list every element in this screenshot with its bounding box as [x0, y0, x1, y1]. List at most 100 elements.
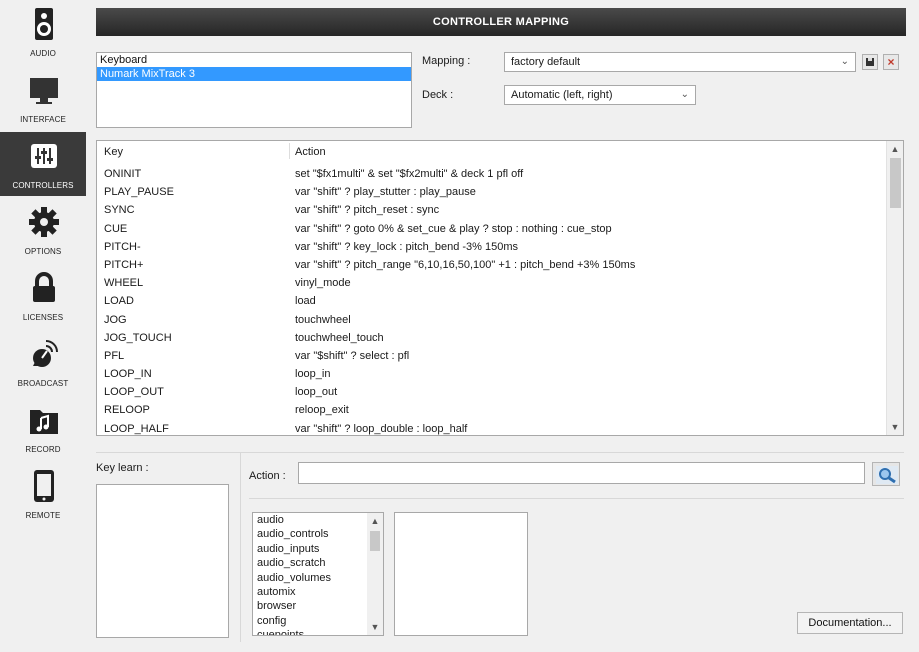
controller-mapping-window: AUDIO INTERFACE CONTROLLERS OPTIONS LICE… [0, 0, 919, 652]
save-mapping-button[interactable] [862, 54, 878, 70]
row-action: reloop_exit [295, 404, 349, 417]
list-item[interactable]: cuepoints [253, 628, 383, 635]
row-action: var "shift" ? play_stutter : play_pause [295, 186, 476, 199]
list-item[interactable]: automix [253, 585, 383, 599]
scroll-down-icon[interactable]: ▼ [367, 619, 383, 635]
row-action: touchwheel [295, 313, 351, 326]
table-row[interactable]: PLAY_PAUSE var "shift" ? play_stutter : p… [97, 183, 887, 201]
table-row[interactable]: PITCH-var "shift" ? key_lock : pitch_ben… [97, 238, 887, 256]
scrollbar-thumb[interactable] [890, 158, 901, 208]
table-row[interactable]: JOG_TOUCH touchwheel_touch [97, 329, 887, 347]
row-key: ONINIT [104, 168, 142, 180]
column-header-action[interactable]: Action [295, 146, 326, 158]
table-row[interactable]: JOG touchwheel [97, 311, 887, 329]
row-key: LOAD [104, 295, 134, 308]
search-button[interactable] [872, 462, 900, 486]
row-key: RELOOP [104, 404, 150, 417]
row-key: PITCH- [104, 240, 141, 253]
row-action: var "shift" ? goto 0% & set_cue & play ?… [295, 222, 612, 235]
monitor-icon [30, 78, 58, 104]
sidebar-label-remote: REMOTE [25, 511, 61, 520]
row-action: loop_out [295, 386, 338, 399]
row-action: load [295, 295, 316, 308]
row-key: LOOP_HALF [104, 422, 169, 435]
row-key: LOOP_OUT [104, 386, 164, 399]
device-list[interactable]: Keyboard Numark MixTrack 3 [96, 52, 412, 128]
lock-icon [33, 272, 55, 302]
table-row[interactable]: LOAD load [97, 292, 887, 310]
table-row[interactable]: LOOP_OUT loop_out [97, 383, 887, 401]
table-row[interactable]: SYNC var "shift" ? pitch_reset : sync [97, 201, 887, 219]
verb-category-list[interactable]: audio audio_controls audio_inputs audio_… [252, 512, 384, 636]
sidebar-label-licenses: LICENSES [22, 313, 64, 322]
row-action: set "$fx1multi" & set "$fx2multi" & deck… [295, 168, 524, 180]
list-item[interactable]: audio_inputs [253, 542, 383, 556]
row-action: var "shift" ? key_lock : pitch_bend -3% … [295, 240, 519, 253]
list-item[interactable]: config [253, 614, 383, 628]
action-label: Action : [249, 470, 286, 482]
row-action: loop_in [295, 368, 331, 381]
column-header-key[interactable]: Key [104, 146, 123, 158]
sliders-icon [31, 144, 57, 168]
action-input[interactable] [298, 462, 865, 484]
table-row[interactable]: PITCH+ var "shift" ? pitch_range "6,10,16… [97, 256, 887, 274]
documentation-button[interactable]: Documentation... [797, 612, 903, 634]
main-panel: CONTROLLER MAPPING Keyboard Numark MixTr… [86, 0, 919, 652]
mapping-select-value: factory default [511, 56, 581, 68]
save-disk-icon [866, 58, 874, 66]
row-action: var "$shift" ? select : pfl [295, 349, 410, 362]
verb-list[interactable] [394, 512, 528, 636]
list-item[interactable]: browser [253, 599, 383, 613]
device-item-keyboard[interactable]: Keyboard [97, 53, 411, 67]
row-action: var "shift" ? loop_double : loop_half [295, 422, 468, 435]
table-row[interactable]: CUE var "shift" ? goto 0% & set_cue & pla… [97, 220, 887, 238]
table-row[interactable]: WHEEL vinyl_mode [97, 274, 887, 292]
broadcast-dish-icon [33, 340, 58, 367]
list-item[interactable]: audio [253, 513, 383, 527]
scrollbar-thumb[interactable] [370, 531, 380, 551]
sidebar-item-licenses[interactable]: LICENSES [0, 264, 86, 328]
scroll-up-icon[interactable]: ▲ [887, 141, 903, 157]
divider [96, 452, 904, 453]
deck-select[interactable]: Automatic (left, right) ⌄ [504, 85, 696, 105]
divider [240, 452, 241, 642]
sidebar-item-audio[interactable]: AUDIO [0, 0, 86, 64]
table-row[interactable]: RELOOP reloop_exit [97, 401, 887, 419]
key-learn-box[interactable] [96, 484, 229, 638]
table-header: Key Action [97, 141, 887, 161]
row-key: JOG [104, 313, 127, 326]
table-row[interactable]: PFL var "$shift" ? select : pfl [97, 347, 887, 365]
table-scrollbar[interactable]: ▲ ▼ [886, 141, 903, 435]
scroll-up-icon[interactable]: ▲ [367, 513, 383, 529]
sidebar-item-controllers[interactable]: CONTROLLERS [0, 132, 86, 196]
table-row[interactable]: ONINIT set "$fx1multi" & set "$fx2multi" … [97, 165, 887, 183]
sidebar-label-record: RECORD [25, 445, 61, 454]
sidebar-item-remote[interactable]: REMOTE [0, 462, 86, 526]
category-scrollbar[interactable]: ▲ ▼ [367, 513, 383, 635]
list-item[interactable]: audio_scratch [253, 556, 383, 570]
row-action: vinyl_mode [295, 277, 351, 290]
sidebar-label-controllers: CONTROLLERS [12, 181, 74, 190]
device-item-numark[interactable]: Numark MixTrack 3 [97, 67, 411, 81]
sidebar-label-interface: INTERFACE [20, 115, 66, 124]
sidebar-label-broadcast: BROADCAST [17, 379, 69, 388]
mapping-select[interactable]: factory default ⌄ [504, 52, 856, 72]
sidebar-item-record[interactable]: RECORD [0, 396, 86, 460]
table-row[interactable]: LOOP_HALF var "shift" ? loop_double : loo… [97, 420, 887, 435]
sidebar-item-interface[interactable]: INTERFACE [0, 66, 86, 130]
mapping-table[interactable]: Key Action ONINIT set "$fx1multi" & set "… [96, 140, 904, 436]
sidebar-item-broadcast[interactable]: BROADCAST [0, 330, 86, 394]
close-icon: × [887, 55, 895, 69]
list-item[interactable]: audio_volumes [253, 571, 383, 585]
table-row[interactable]: LOOP_IN loop_in [97, 365, 887, 383]
music-folder-icon [30, 410, 58, 434]
column-divider [289, 143, 290, 159]
sidebar-item-options[interactable]: OPTIONS [0, 198, 86, 262]
list-item[interactable]: audio_controls [253, 527, 383, 541]
search-icon [876, 466, 898, 484]
scroll-down-icon[interactable]: ▼ [887, 419, 903, 435]
chevron-down-icon: ⌄ [840, 56, 849, 67]
delete-mapping-button[interactable]: × [883, 54, 899, 70]
row-action: touchwheel_touch [295, 331, 384, 344]
row-key: JOG_TOUCH [104, 331, 172, 344]
